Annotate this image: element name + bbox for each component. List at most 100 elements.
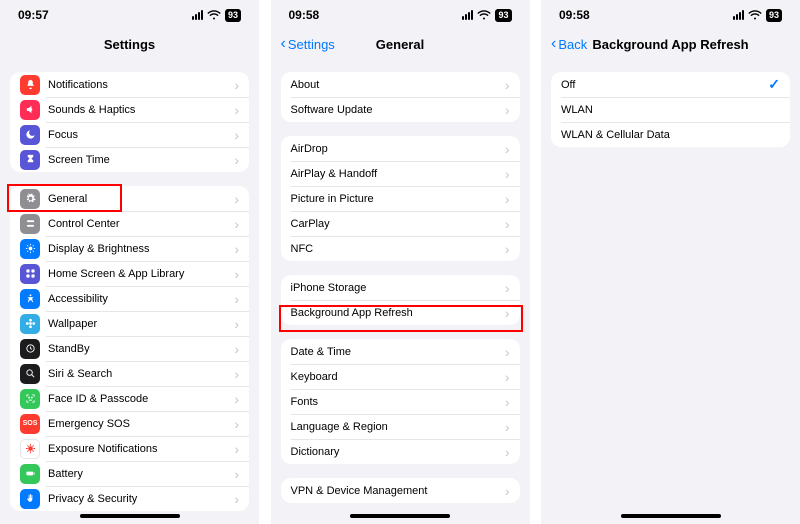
page-title: Background App Refresh — [592, 37, 748, 52]
status-time: 09:57 — [18, 8, 49, 22]
status-icons: 93 — [192, 9, 241, 22]
row-standby[interactable]: StandBy › — [10, 336, 249, 361]
row-airdrop[interactable]: AirDrop› — [281, 136, 520, 161]
status-icons: 93 — [462, 9, 511, 22]
row-label: Battery — [48, 468, 234, 480]
row-privacy[interactable]: Privacy & Security › — [10, 486, 249, 511]
row-label: About — [291, 79, 505, 91]
row-label: Wallpaper — [48, 318, 234, 330]
row-wlan-cellular[interactable]: WLAN & Cellular Data — [551, 122, 790, 147]
row-display[interactable]: Display & Brightness › — [10, 236, 249, 261]
row-nfc[interactable]: NFC› — [281, 236, 520, 261]
signal-icon — [462, 10, 473, 20]
row-label: AirDrop — [291, 143, 505, 155]
screen-bg-refresh: 09:58 93 ‹ Back Background App Refresh O… — [541, 0, 800, 524]
row-label: WLAN & Cellular Data — [561, 129, 780, 141]
home-indicator[interactable] — [350, 514, 450, 518]
row-label: Face ID & Passcode — [48, 393, 234, 405]
bgrefresh-group: Off ✓ WLAN WLAN & Cellular Data — [551, 72, 790, 147]
row-fonts[interactable]: Fonts› — [281, 389, 520, 414]
wifi-icon — [207, 10, 221, 20]
row-homescreen[interactable]: Home Screen & App Library › — [10, 261, 249, 286]
row-sos[interactable]: SOS Emergency SOS › — [10, 411, 249, 436]
moon-icon — [20, 125, 40, 145]
virus-icon — [20, 439, 40, 459]
row-accessibility[interactable]: Accessibility › — [10, 286, 249, 311]
home-indicator[interactable] — [621, 514, 721, 518]
row-label: Keyboard — [291, 371, 505, 383]
row-pip[interactable]: Picture in Picture› — [281, 186, 520, 211]
row-airplay[interactable]: AirPlay & Handoff› — [281, 161, 520, 186]
home-indicator[interactable] — [80, 514, 180, 518]
status-bar: 09:58 93 — [271, 0, 530, 30]
chevron-right-icon: › — [234, 492, 239, 506]
row-iphone-storage[interactable]: iPhone Storage› — [281, 275, 520, 300]
row-label: Display & Brightness — [48, 243, 234, 255]
chevron-right-icon: › — [234, 192, 239, 206]
row-label: Fonts — [291, 396, 505, 408]
content: Notifications › Sounds & Haptics › Focus… — [0, 72, 259, 511]
row-focus[interactable]: Focus › — [10, 122, 249, 147]
back-button[interactable]: ‹ Settings — [281, 36, 335, 52]
status-icons: 93 — [733, 9, 782, 22]
signal-icon — [192, 10, 203, 20]
row-carplay[interactable]: CarPlay› — [281, 211, 520, 236]
row-label: Control Center — [48, 218, 234, 230]
chevron-right-icon: › — [234, 153, 239, 167]
row-date-time[interactable]: Date & Time› — [281, 339, 520, 364]
row-wallpaper[interactable]: Wallpaper › — [10, 311, 249, 336]
row-wlan[interactable]: WLAN — [551, 97, 790, 122]
row-notifications[interactable]: Notifications › — [10, 72, 249, 97]
row-label: AirPlay & Handoff — [291, 168, 505, 180]
chevron-right-icon: › — [234, 342, 239, 356]
settings-group-2: General › Control Center › Display & Bri… — [10, 186, 249, 511]
row-label: Background App Refresh — [291, 307, 505, 319]
row-battery[interactable]: Battery › — [10, 461, 249, 486]
row-siri[interactable]: Siri & Search › — [10, 361, 249, 386]
row-label: Language & Region — [291, 421, 505, 433]
gear-icon — [20, 189, 40, 209]
chevron-right-icon: › — [505, 281, 510, 295]
chevron-right-icon: › — [505, 370, 510, 384]
row-label: Date & Time — [291, 346, 505, 358]
switches-icon — [20, 214, 40, 234]
general-group-2: AirDrop› AirPlay & Handoff› Picture in P… — [281, 136, 520, 261]
row-software-update[interactable]: Software Update› — [281, 97, 520, 122]
flower-icon — [20, 314, 40, 334]
sun-icon — [20, 239, 40, 259]
status-time: 09:58 — [559, 8, 590, 22]
faceid-icon — [20, 389, 40, 409]
general-group-3: iPhone Storage› Background App Refresh› — [281, 275, 520, 325]
check-icon: ✓ — [768, 76, 780, 93]
row-sounds[interactable]: Sounds & Haptics › — [10, 97, 249, 122]
chevron-right-icon: › — [505, 192, 510, 206]
row-language[interactable]: Language & Region› — [281, 414, 520, 439]
row-vpn[interactable]: VPN & Device Management› — [281, 478, 520, 503]
row-label: Exposure Notifications — [48, 443, 234, 455]
chevron-right-icon: › — [505, 420, 510, 434]
row-control-center[interactable]: Control Center › — [10, 211, 249, 236]
row-keyboard[interactable]: Keyboard› — [281, 364, 520, 389]
row-faceid[interactable]: Face ID & Passcode › — [10, 386, 249, 411]
signal-icon — [733, 10, 744, 20]
row-label: WLAN — [561, 104, 780, 116]
row-about[interactable]: About› — [281, 72, 520, 97]
row-label: Dictionary — [291, 446, 505, 458]
page-title: Settings — [104, 37, 155, 52]
row-bg-app-refresh[interactable]: Background App Refresh› — [281, 300, 520, 325]
back-label: Settings — [288, 37, 335, 52]
chevron-right-icon: › — [505, 142, 510, 156]
chevron-right-icon: › — [234, 292, 239, 306]
bell-icon — [20, 75, 40, 95]
row-exposure[interactable]: Exposure Notifications › — [10, 436, 249, 461]
row-label: Screen Time — [48, 154, 234, 166]
status-bar: 09:58 93 — [541, 0, 800, 30]
row-general[interactable]: General › — [10, 186, 249, 211]
row-dictionary[interactable]: Dictionary› — [281, 439, 520, 464]
row-screentime[interactable]: Screen Time › — [10, 147, 249, 172]
row-label: iPhone Storage — [291, 282, 505, 294]
hand-icon — [20, 489, 40, 509]
search-icon — [20, 364, 40, 384]
back-button[interactable]: ‹ Back — [551, 36, 587, 52]
row-off[interactable]: Off ✓ — [551, 72, 790, 97]
